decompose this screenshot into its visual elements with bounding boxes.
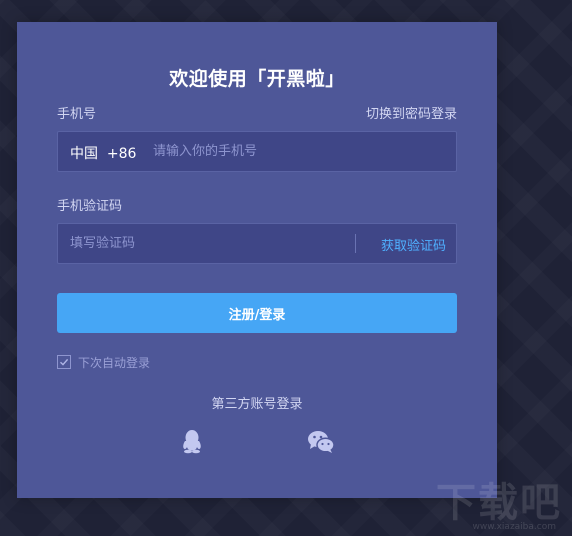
field-divider xyxy=(355,234,356,253)
verification-code-input[interactable] xyxy=(70,224,340,263)
country-code-selector[interactable]: 中国 +86 xyxy=(70,143,136,163)
phone-field: 中国 +86 xyxy=(57,131,457,172)
qq-icon[interactable] xyxy=(178,429,206,455)
phone-label: 手机号 xyxy=(57,107,97,122)
auto-login-checkbox[interactable] xyxy=(57,355,71,369)
wechat-icon[interactable] xyxy=(307,429,335,455)
register-login-button[interactable]: 注册/登录 xyxy=(57,293,457,333)
page-title: 欢迎使用「开黑啦」 xyxy=(169,68,345,90)
watermark-logo: 下载吧 xyxy=(436,480,562,526)
verification-code-field: 获取验证码 xyxy=(57,223,457,264)
country-code: +86 xyxy=(106,146,137,162)
verification-code-label: 手机验证码 xyxy=(57,199,123,214)
phone-input[interactable] xyxy=(153,132,443,171)
auto-login-label: 下次自动登录 xyxy=(78,355,151,370)
third-party-login-label: 第三方账号登录 xyxy=(211,397,303,412)
watermark-url: www.xiazaiba.com xyxy=(472,522,556,532)
checkmark-icon xyxy=(60,358,69,366)
login-panel: 欢迎使用「开黑啦」 手机号 切换到密码登录 中国 +86 手机验证码 获取验证码… xyxy=(17,22,497,498)
get-code-button[interactable]: 获取验证码 xyxy=(381,235,446,254)
auto-login-toggle[interactable]: 下次自动登录 xyxy=(57,354,150,370)
switch-to-password-login-link[interactable]: 切换到密码登录 xyxy=(366,103,457,122)
country-name: 中国 xyxy=(70,146,98,162)
